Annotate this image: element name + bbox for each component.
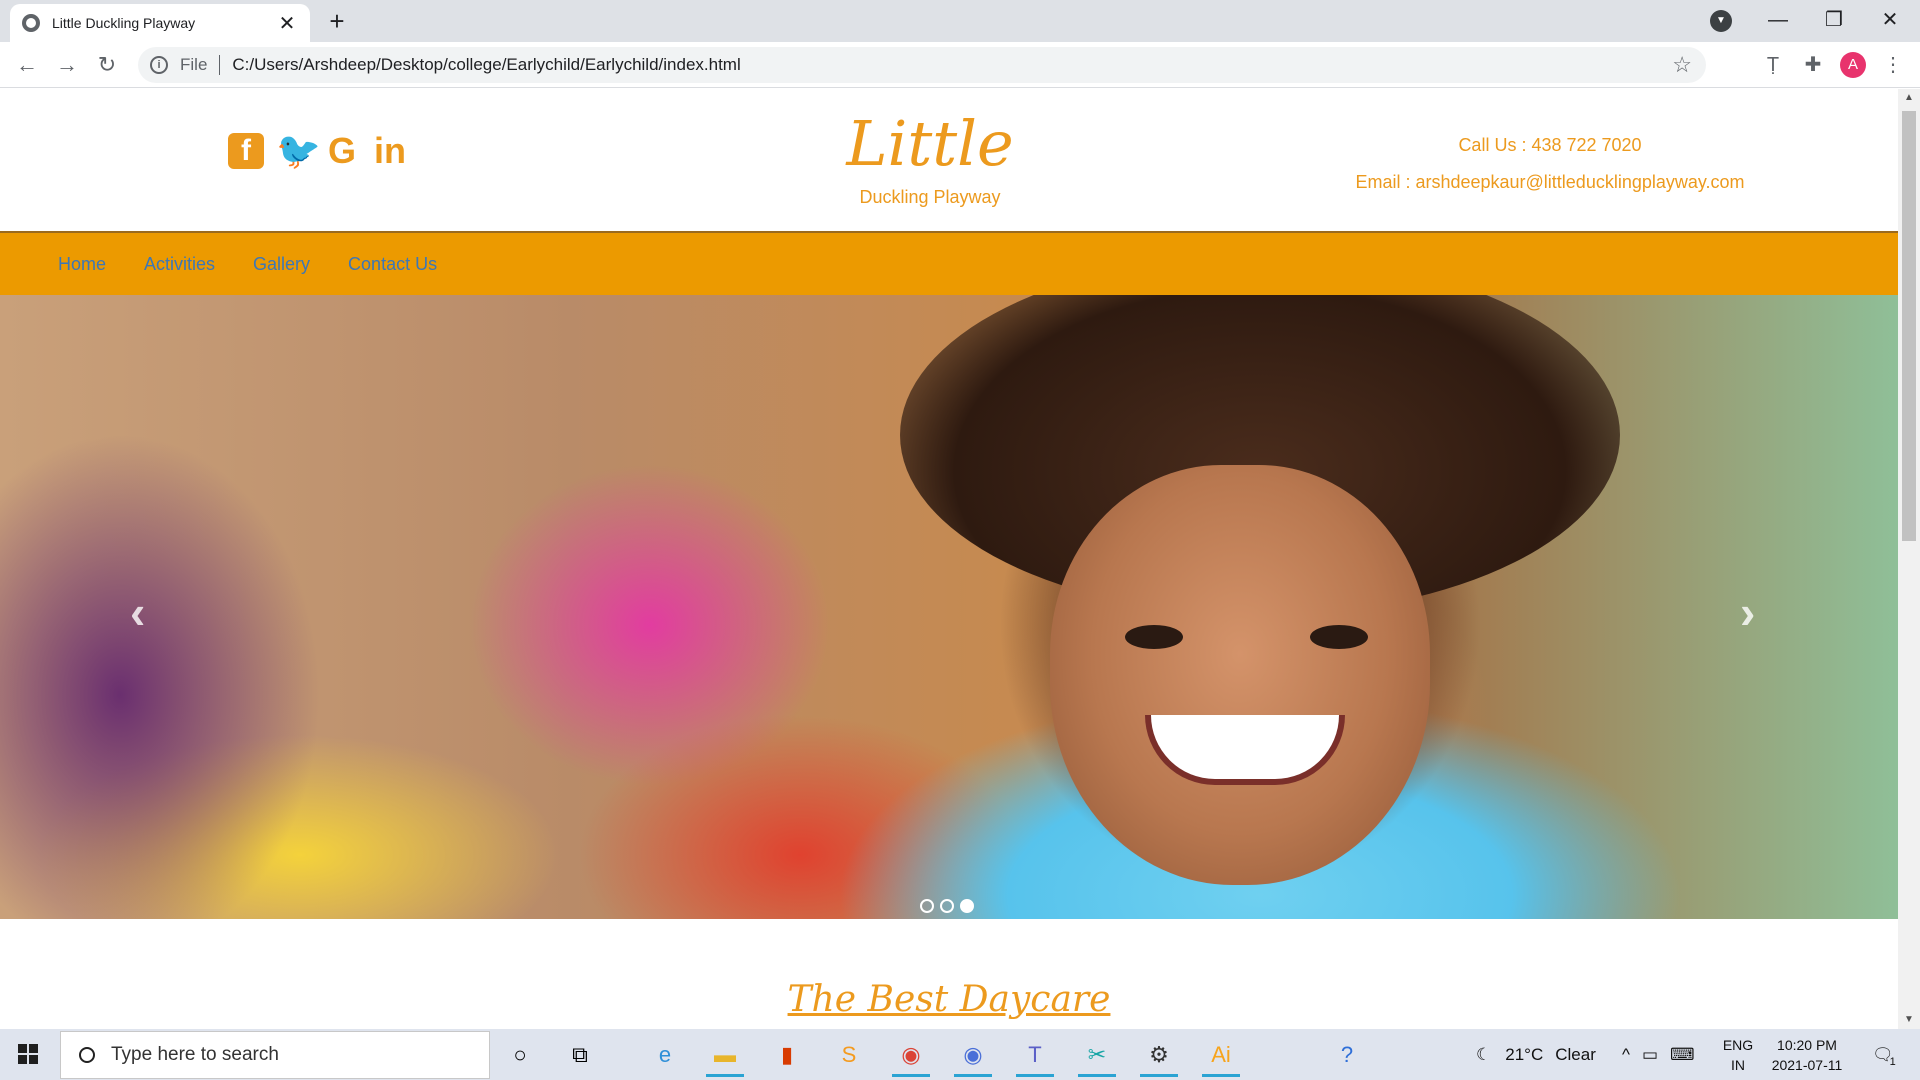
nav-gallery[interactable]: Gallery <box>253 254 310 275</box>
phone-text: Call Us : 438 722 7020 <box>1458 135 1642 155</box>
chevron-up-icon[interactable]: ^ <box>1622 1045 1630 1065</box>
nav-activities[interactable]: Activities <box>144 254 215 275</box>
translate-icon[interactable]: Ṭ <box>1760 52 1786 78</box>
notification-count: 1 <box>1889 1055 1896 1068</box>
page-scrollbar[interactable]: ▲ ▼ <box>1898 89 1920 1029</box>
carousel-indicators <box>920 899 974 913</box>
network-icon[interactable]: ▭ <box>1642 1045 1658 1065</box>
main-nav: Home Activities Gallery Contact Us <box>0 231 1898 295</box>
logo-sub: Duckling Playway <box>859 187 1001 207</box>
edge-icon[interactable]: e <box>640 1037 690 1077</box>
section-title: The Best Daycare <box>787 979 1111 1020</box>
scroll-up-icon[interactable]: ▲ <box>1898 89 1920 107</box>
bookmark-star-icon[interactable]: ☆ <box>1672 52 1692 78</box>
windows-taskbar: Type here to search ○ ⧉ e ▬ ▮ S ◉ ◉ T ✂ … <box>0 1029 1920 1080</box>
system-clock[interactable]: 10:20 PM 2021-07-11 <box>1764 1035 1850 1075</box>
nav-home[interactable]: Home <box>58 254 106 275</box>
separator <box>219 55 221 75</box>
logo-main: Little <box>846 107 1014 180</box>
chrome-icon[interactable]: ◉ <box>886 1037 936 1077</box>
forward-icon[interactable]: → <box>52 50 82 80</box>
facebook-icon[interactable]: f <box>228 133 264 169</box>
windows-start-icon[interactable] <box>18 1044 38 1064</box>
snip-icon[interactable]: ✂ <box>1072 1037 1122 1077</box>
browser-tab-bar: Little Duckling Playway ✕ + ▼ — ❐ ✕ <box>0 0 1920 42</box>
url-text[interactable]: C:/Users/Arshdeep/Desktop/college/Earlyc… <box>232 55 1672 75</box>
web-page: f 🐦 G in Little Duckling Playway Call Us… <box>0 89 1898 1029</box>
new-tab-button[interactable]: + <box>322 6 352 36</box>
file-explorer-icon[interactable]: ▬ <box>700 1037 750 1077</box>
tab-close-button[interactable]: ✕ <box>276 11 298 36</box>
language-indicator[interactable]: ENG IN <box>1718 1035 1758 1075</box>
settings-icon[interactable]: ⚙ <box>1134 1037 1184 1077</box>
scroll-thumb[interactable] <box>1902 111 1916 541</box>
tab-title: Little Duckling Playway <box>52 15 196 31</box>
office-icon[interactable]: ▮ <box>762 1037 812 1077</box>
scroll-down-icon[interactable]: ▼ <box>1898 1011 1920 1029</box>
window-close-button[interactable]: ✕ <box>1862 4 1918 36</box>
lang-top: ENG <box>1722 1037 1754 1053</box>
linkedin-icon[interactable]: in <box>372 133 408 169</box>
carousel-image-eye <box>1125 625 1183 649</box>
info-icon[interactable]: i <box>150 56 168 74</box>
browser-toolbar: ← → ↻ i File C:/Users/Arshdeep/Desktop/c… <box>0 42 1920 88</box>
carousel-prev-button[interactable]: ‹ <box>130 585 145 639</box>
illustrator-icon[interactable]: Ai <box>1196 1037 1246 1077</box>
carousel-dot-active[interactable] <box>960 899 974 913</box>
carousel-dot[interactable] <box>940 899 954 913</box>
taskbar-search[interactable]: Type here to search <box>60 1031 490 1079</box>
extensions-icon[interactable]: ✚ <box>1800 52 1826 78</box>
back-icon[interactable]: ← <box>12 50 42 80</box>
search-placeholder: Type here to search <box>111 1044 279 1065</box>
cortana-icon[interactable]: ○ <box>495 1037 545 1077</box>
carousel-image-eye <box>1310 625 1368 649</box>
teams-icon[interactable]: T <box>1010 1037 1060 1077</box>
task-view-icon[interactable]: ⧉ <box>555 1037 605 1077</box>
chrome-alt-icon[interactable]: ◉ <box>948 1037 998 1077</box>
restore-button[interactable]: ❐ <box>1806 4 1862 36</box>
search-icon <box>79 1047 95 1063</box>
weather-widget[interactable]: ☾ 21°C Clear <box>1476 1029 1596 1080</box>
moon-icon: ☾ <box>1476 1044 1492 1064</box>
clock-time: 10:20 PM <box>1777 1037 1837 1053</box>
clock-date: 2021-07-11 <box>1771 1057 1843 1073</box>
email-text[interactable]: Email : arshdeepkaur@littleducklingplayw… <box>1300 164 1800 201</box>
notification-center[interactable]: 🗨 1 <box>1872 1029 1896 1080</box>
globe-icon <box>22 14 40 32</box>
twitter-icon[interactable]: 🐦 <box>276 133 321 169</box>
lang-bottom: IN <box>1731 1057 1745 1073</box>
site-logo[interactable]: Little Duckling Playway <box>800 109 1060 208</box>
google-icon[interactable]: G <box>324 133 360 169</box>
address-bar[interactable]: i File C:/Users/Arshdeep/Desktop/college… <box>138 47 1706 83</box>
contact-info: Call Us : 438 722 7020 Email : arshdeepk… <box>1300 127 1800 201</box>
carousel-image-face <box>1050 465 1430 885</box>
keyboard-icon[interactable]: ⌨ <box>1670 1045 1695 1065</box>
weather-temp: 21°C <box>1505 1044 1544 1064</box>
browser-tab[interactable]: Little Duckling Playway ✕ <box>10 4 310 42</box>
profile-avatar[interactable]: A <box>1840 52 1866 78</box>
sublime-icon[interactable]: S <box>824 1037 874 1077</box>
tray-icons: ^ ▭ ⌨ <box>1622 1029 1695 1080</box>
menu-icon[interactable]: ⋮ <box>1880 52 1906 78</box>
carousel-next-button[interactable]: › <box>1740 585 1755 639</box>
hero-carousel: ‹ › <box>0 295 1898 919</box>
social-links: f 🐦 G in <box>228 133 408 169</box>
weather-desc: Clear <box>1555 1044 1596 1064</box>
minimize-button[interactable]: — <box>1750 4 1806 36</box>
tab-search-icon[interactable]: ▼ <box>1710 10 1732 32</box>
nav-contact-us[interactable]: Contact Us <box>348 254 437 275</box>
scheme-label: File <box>180 55 208 74</box>
carousel-dot[interactable] <box>920 899 934 913</box>
reload-icon[interactable]: ↻ <box>92 50 122 80</box>
help-icon[interactable]: ? <box>1322 1037 1372 1077</box>
